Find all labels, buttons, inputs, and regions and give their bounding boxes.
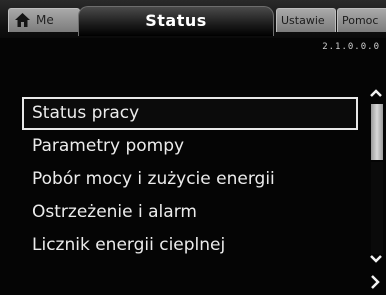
tab-settings-label: Ustawie — [281, 14, 325, 27]
tab-bar: Me Ustawie Pomoc Status — [0, 0, 386, 38]
menu-item-label: Status pracy — [32, 103, 140, 123]
chevron-up-icon[interactable] — [369, 88, 383, 98]
menu-item-label: Parametry pompy — [32, 136, 185, 156]
scrollbar-track[interactable] — [371, 162, 383, 254]
menu-item-label: Licznik energii cieplnej — [32, 235, 226, 255]
tab-settings[interactable]: Ustawie — [276, 8, 336, 32]
chevron-right-icon[interactable] — [369, 274, 381, 290]
menu-item-status-pracy[interactable]: Status pracy — [22, 97, 358, 130]
status-menu: Status pracy Parametry pompy Pobór mocy … — [22, 97, 358, 262]
menu-scrollbar[interactable] — [366, 88, 386, 276]
menu-item-licznik-energii[interactable]: Licznik energii cieplnej — [22, 229, 358, 262]
menu-item-pobor-mocy[interactable]: Pobór mocy i zużycie energii — [22, 163, 358, 196]
tab-help-label: Pomoc — [342, 14, 379, 27]
tab-help[interactable]: Pomoc — [337, 8, 386, 32]
firmware-version: 2.1.0.0.0 — [322, 42, 380, 52]
tab-status[interactable]: Status — [78, 6, 274, 36]
chevron-down-icon[interactable] — [369, 254, 383, 264]
menu-item-ostrzezenie-alarm[interactable]: Ostrzeżenie i alarm — [22, 196, 358, 229]
menu-item-label: Ostrzeżenie i alarm — [32, 202, 197, 222]
tab-status-label: Status — [145, 11, 207, 30]
menu-item-parametry-pompy[interactable]: Parametry pompy — [22, 130, 358, 163]
tab-home[interactable]: Me — [8, 8, 80, 32]
home-icon — [15, 13, 30, 27]
menu-item-label: Pobór mocy i zużycie energii — [32, 169, 275, 189]
display-screen: Me Ustawie Pomoc Status 2.1.0.0.0 Status… — [0, 0, 386, 295]
scrollbar-thumb[interactable] — [371, 104, 383, 160]
tab-home-label: Me — [36, 13, 54, 27]
